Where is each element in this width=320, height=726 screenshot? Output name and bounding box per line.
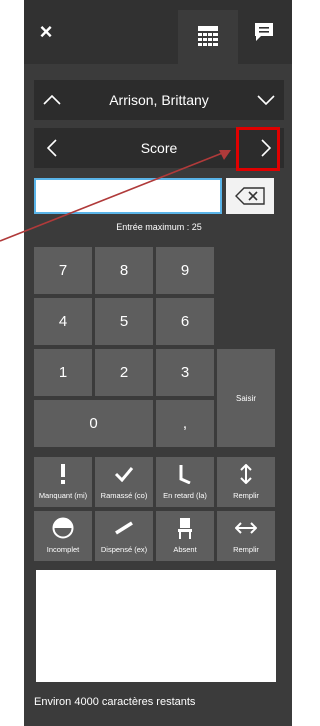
annotation-arrow	[0, 150, 231, 242]
